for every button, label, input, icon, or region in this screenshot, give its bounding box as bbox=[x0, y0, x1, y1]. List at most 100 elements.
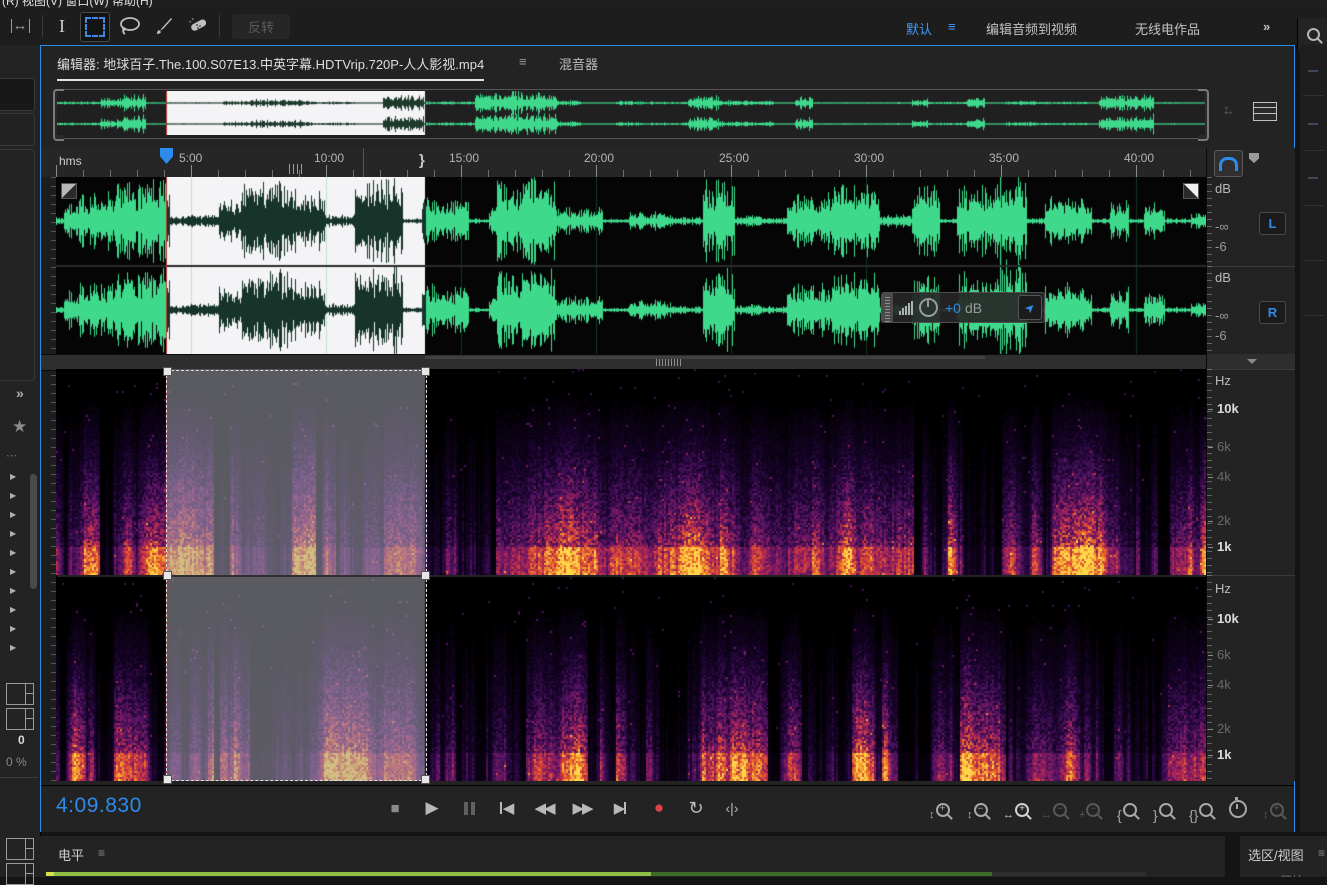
selection-handle[interactable] bbox=[163, 775, 172, 784]
workspace-tab-radio-production[interactable]: 无线电作品 bbox=[1135, 19, 1200, 38]
move-tool-button[interactable]: ↔ bbox=[6, 12, 34, 40]
play-button[interactable]: ▶ bbox=[416, 795, 446, 821]
editor-tab[interactable]: 编辑器: 地球百子.The.100.S07E13.中英字幕.HDTVrip.72… bbox=[57, 54, 484, 81]
left-channel-button[interactable]: L bbox=[1259, 212, 1286, 235]
sidebar-zero-percent: 0 % bbox=[6, 755, 27, 769]
mixer-tab[interactable]: 混音器 bbox=[559, 54, 598, 73]
tree-item-arrow-icon[interactable]: ▶ bbox=[10, 605, 16, 614]
fast-forward-button[interactable]: ▶▶ bbox=[567, 795, 597, 821]
fade-in-handle[interactable] bbox=[61, 183, 77, 199]
selection-handle[interactable] bbox=[421, 775, 430, 784]
spectral-selection-box[interactable] bbox=[166, 370, 427, 781]
tree-item-arrow-icon[interactable]: ▶ bbox=[10, 548, 16, 557]
overview-strip[interactable] bbox=[53, 89, 1209, 139]
selection-handle[interactable] bbox=[163, 571, 172, 580]
time-ruler[interactable]: hms 5:00 10:00 15:00 20:00 25:00 30:00 3… bbox=[41, 148, 1206, 178]
stopwatch-button[interactable] bbox=[1229, 796, 1247, 820]
goto-end-button[interactable]: ▶ bbox=[605, 795, 635, 821]
selection-view-menu-icon[interactable]: ≡ bbox=[1318, 846, 1325, 860]
layout-grid-icon[interactable] bbox=[6, 683, 34, 705]
layout-grid-icon[interactable] bbox=[6, 838, 34, 860]
levels-menu-icon[interactable]: ≡ bbox=[98, 846, 105, 860]
overview-waveform[interactable] bbox=[57, 91, 1205, 135]
layers-icon[interactable] bbox=[1253, 102, 1277, 121]
time-selection-tool-button[interactable]: I bbox=[48, 12, 76, 40]
scrollbar-segment[interactable] bbox=[425, 356, 985, 359]
tree-item-arrow-icon[interactable]: ▶ bbox=[10, 472, 16, 481]
workspace-overflow-chevron[interactable]: » bbox=[1263, 19, 1270, 34]
tree-item-arrow-icon[interactable]: ▶ bbox=[10, 643, 16, 652]
sidebar-zero-value: 0 bbox=[18, 733, 25, 747]
time-display[interactable]: 4:09.830 bbox=[56, 794, 142, 818]
selection-view-tab[interactable]: 选区/视图 bbox=[1248, 845, 1304, 864]
workspace-tab-edit-audio-to-video[interactable]: 编辑音频到视频 bbox=[986, 19, 1077, 38]
zoom-in-vertical-button[interactable]: ↕+ bbox=[929, 796, 950, 820]
favorite-star-icon[interactable]: ★ bbox=[12, 417, 27, 437]
rewind-button[interactable]: ◀◀ bbox=[529, 795, 559, 821]
tree-item-arrow-icon[interactable]: ▶ bbox=[10, 567, 16, 576]
zoom-out-point-button[interactable]: } bbox=[1153, 796, 1173, 820]
volume-knob-icon[interactable] bbox=[919, 298, 938, 317]
record-button[interactable]: ● bbox=[643, 795, 673, 821]
pin-icon: ➤ bbox=[1021, 299, 1038, 316]
sidebar-field[interactable] bbox=[0, 78, 35, 111]
tree-item-arrow-icon[interactable]: ▶ bbox=[10, 586, 16, 595]
selection-handle[interactable] bbox=[163, 367, 172, 376]
tree-item-arrow-icon[interactable]: ▶ bbox=[10, 491, 16, 500]
hud-drag-handle[interactable] bbox=[882, 293, 893, 322]
pause-button[interactable] bbox=[454, 795, 484, 821]
spot-healing-brush-tool-button[interactable] bbox=[184, 12, 212, 40]
tree-item-arrow-icon[interactable]: ▶ bbox=[10, 624, 16, 633]
tree-item-arrow-icon[interactable]: ▶ bbox=[10, 510, 16, 519]
ruler-label: 40:00 bbox=[1124, 151, 1154, 165]
levels-tab[interactable]: 电平 bbox=[58, 845, 84, 864]
workspace-menu-icon[interactable]: ≡ bbox=[948, 19, 956, 34]
zoom-out-horizontal-button[interactable]: ↔− bbox=[1041, 796, 1067, 820]
zoom-reset-overview-icon[interactable]: ↔↔ bbox=[1219, 102, 1239, 122]
panel-item-icon[interactable] bbox=[1308, 123, 1318, 125]
marker-cluster-icon[interactable] bbox=[289, 164, 303, 174]
fade-out-handle[interactable] bbox=[1183, 183, 1199, 199]
ellipsis-icon[interactable]: ⋯ bbox=[6, 449, 17, 462]
scale-divider[interactable] bbox=[1207, 354, 1295, 370]
waveform-display[interactable] bbox=[56, 177, 1206, 354]
zoom-amplitude-button[interactable]: ↕+ bbox=[1263, 796, 1284, 820]
volume-hud[interactable]: +0 dB ➤ bbox=[881, 292, 1045, 323]
zoom-reset-button[interactable]: +− bbox=[1079, 796, 1100, 820]
panel-collapse-chevron[interactable]: » bbox=[16, 385, 24, 401]
layout-grid-icon[interactable] bbox=[6, 863, 34, 885]
goto-start-button[interactable]: ◀ bbox=[491, 795, 521, 821]
selection-handle[interactable] bbox=[421, 571, 430, 580]
lasso-selection-tool-button[interactable] bbox=[116, 12, 144, 40]
hz-tick-1k: 1k bbox=[1217, 747, 1231, 762]
hud-pin-button[interactable]: ➤ bbox=[1018, 295, 1042, 320]
snap-toggle-button[interactable] bbox=[1214, 150, 1243, 177]
sidebar-field[interactable] bbox=[0, 113, 35, 146]
right-channel-button[interactable]: R bbox=[1259, 301, 1286, 324]
workspace-tab-default[interactable]: 默认 bbox=[906, 19, 932, 38]
loop-playback-button[interactable]: ↻ bbox=[680, 795, 710, 821]
zoom-in-point-button[interactable]: { bbox=[1117, 796, 1137, 820]
skip-selection-button[interactable]: ‹|› bbox=[717, 795, 747, 821]
menubar: (R) 视图(V) 窗口(W) 帮助(H) bbox=[0, 0, 1327, 8]
ruler-marker-line bbox=[363, 148, 364, 177]
zoom-out-vertical-button[interactable]: ↕− bbox=[967, 796, 988, 820]
divider-grip-icon[interactable] bbox=[656, 359, 682, 366]
editor-tab-menu-icon[interactable]: ≡ bbox=[519, 54, 527, 69]
panel-item-icon[interactable] bbox=[1308, 70, 1318, 72]
zoom-in-horizontal-button[interactable]: ↔+ bbox=[1003, 796, 1029, 820]
tree-item-arrow-icon[interactable]: ▶ bbox=[10, 529, 16, 538]
panel-item-icon[interactable] bbox=[1308, 177, 1318, 179]
paintbrush-selection-tool-button[interactable] bbox=[150, 12, 178, 40]
hud-gain-value[interactable]: +0 bbox=[945, 300, 961, 316]
zoom-selection-button[interactable]: {} bbox=[1189, 796, 1213, 820]
selection-end-marker[interactable]: } bbox=[419, 152, 425, 169]
menubar-items[interactable]: (R) 视图(V) 窗口(W) 帮助(H) bbox=[2, 0, 153, 8]
stop-button[interactable]: ■ bbox=[379, 795, 409, 821]
marquee-selection-tool-button[interactable] bbox=[80, 12, 110, 42]
collapse-triangle-icon[interactable] bbox=[1247, 359, 1257, 364]
selection-handle[interactable] bbox=[421, 367, 430, 376]
layout-grid-icon[interactable] bbox=[6, 708, 34, 730]
marker-pin-icon[interactable] bbox=[1249, 153, 1259, 163]
sidebar-scrollbar[interactable] bbox=[30, 474, 37, 589]
